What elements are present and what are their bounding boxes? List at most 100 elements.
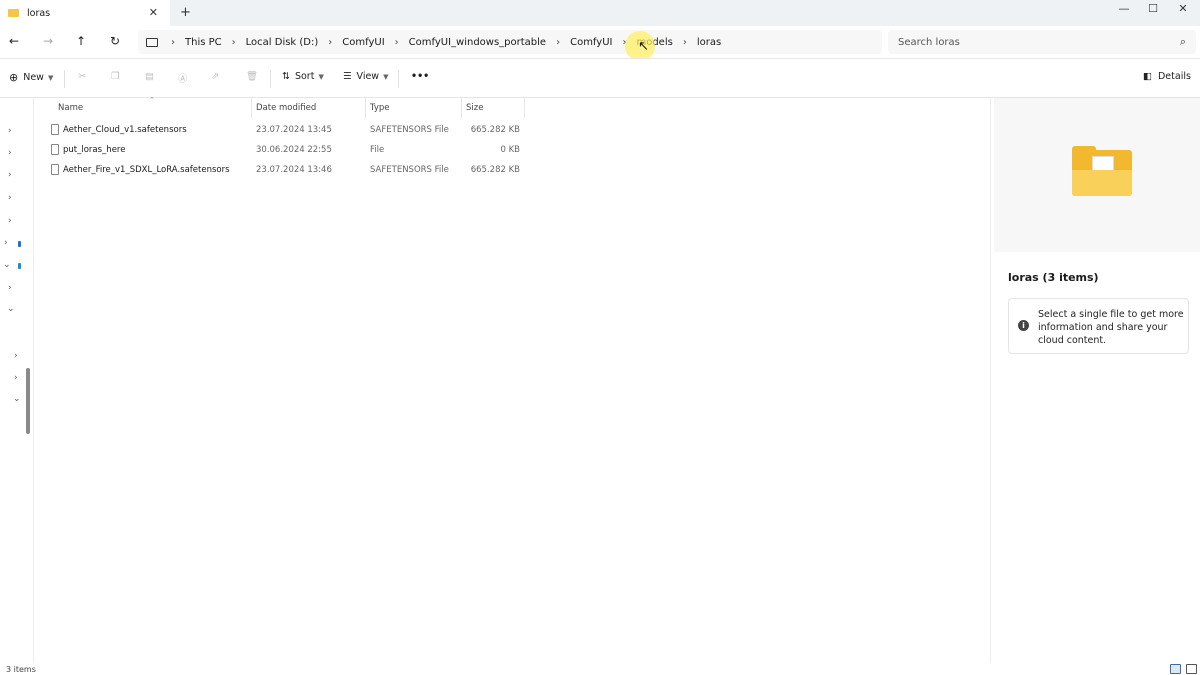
status-bar: 3 items — [0, 663, 1200, 675]
trash-icon: 🗑 — [246, 71, 259, 82]
file-type: SAFETENSORS File — [370, 125, 449, 135]
new-button[interactable]: ⊕ New ▼ — [9, 71, 53, 84]
item-count: 3 items — [6, 665, 36, 674]
chevron-right-icon[interactable]: › — [14, 351, 18, 361]
table-row[interactable]: Aether_Cloud_v1.safetensors 23.07.2024 1… — [34, 121, 534, 141]
file-type: SAFETENSORS File — [370, 165, 449, 175]
info-icon: i — [1018, 320, 1029, 331]
tiles-view-icon[interactable] — [1186, 664, 1197, 674]
breadcrumb-loras[interactable]: loras — [697, 37, 721, 48]
file-date: 23.07.2024 13:45 — [256, 125, 332, 135]
chevron-right-icon[interactable]: › — [8, 126, 12, 136]
chevron-right-icon[interactable]: › — [395, 37, 399, 48]
share-button[interactable]: ⇗ — [211, 71, 219, 82]
file-size: 665.282 KB — [470, 125, 520, 135]
toolbar-divider — [398, 70, 399, 88]
column-divider[interactable] — [251, 98, 252, 118]
file-date: 30.06.2024 22:55 — [256, 145, 332, 155]
file-icon — [51, 164, 59, 175]
title-bar: loras ✕ + — ☐ ✕ — [0, 0, 1200, 26]
cut-icon: ✂ — [78, 71, 86, 82]
plus-circle-icon: ⊕ — [9, 71, 19, 84]
navigation-pane[interactable]: › › › › › › ⌄ › ⌄ › › ⌄ — [0, 98, 34, 663]
chevron-right-icon[interactable]: › — [8, 283, 12, 293]
mouse-pointer-icon: ↖ — [638, 39, 649, 54]
file-list[interactable]: ⌃ Name Date modified Type Size Aether_Cl… — [34, 96, 990, 663]
paste-icon: ▤ — [145, 71, 154, 82]
chevron-down-icon[interactable]: ⌄ — [3, 260, 11, 270]
chevron-down-icon: ▼ — [47, 73, 54, 82]
this-pc-icon[interactable] — [18, 263, 21, 269]
tab-title: loras — [27, 7, 51, 19]
search-input[interactable]: Search loras ⌕ — [888, 30, 1196, 54]
minimize-button[interactable]: — — [1114, 2, 1134, 15]
forward-button[interactable]: → — [38, 34, 58, 48]
info-text: Select a single file to get more informa… — [1038, 309, 1184, 346]
chevron-right-icon[interactable]: › — [8, 193, 12, 203]
file-date: 23.07.2024 13:46 — [256, 165, 332, 175]
sidebar-scrollbar[interactable] — [26, 368, 30, 434]
column-header-name[interactable]: Name — [58, 103, 83, 113]
tab-close-icon[interactable]: ✕ — [149, 6, 158, 19]
sort-caret-icon: ⌃ — [149, 96, 155, 104]
column-divider[interactable] — [365, 98, 366, 118]
refresh-button[interactable]: ↻ — [105, 34, 125, 48]
maximize-button[interactable]: ☐ — [1143, 2, 1163, 15]
chevron-right-icon[interactable]: › — [232, 37, 236, 48]
column-divider[interactable] — [461, 98, 462, 118]
search-icon: ⌕ — [1179, 35, 1186, 48]
copy-button[interactable]: ❐ — [111, 71, 120, 82]
command-bar: ⊕ New ▼ ✂ ❐ ▤ Ⓐ ⇗ 🗑 ⇅ Sort ▼ ☰ View ▼ ••… — [0, 58, 1200, 98]
chevron-down-icon[interactable]: ⌄ — [7, 304, 15, 314]
breadcrumb-comfyui-inner[interactable]: ComfyUI — [570, 37, 612, 48]
toolbar-divider — [270, 70, 271, 88]
sort-button[interactable]: ⇅ Sort ▼ — [282, 71, 324, 82]
share-icon: ⇗ — [211, 71, 219, 82]
paste-button[interactable]: ▤ — [145, 71, 154, 82]
chevron-right-icon[interactable]: › — [14, 373, 18, 383]
toolbar-divider — [64, 70, 65, 88]
column-header-type[interactable]: Type — [370, 103, 390, 113]
chevron-right-icon[interactable]: › — [556, 37, 560, 48]
breadcrumb-this-pc[interactable]: This PC — [185, 37, 222, 48]
chevron-right-icon[interactable]: › — [171, 37, 175, 48]
search-placeholder: Search loras — [898, 36, 960, 48]
chevron-right-icon[interactable]: › — [8, 170, 12, 180]
back-button[interactable]: ← — [4, 34, 24, 48]
chevron-down-icon[interactable]: ⌄ — [13, 394, 21, 404]
breadcrumb-local-disk[interactable]: Local Disk (D:) — [246, 37, 319, 48]
file-icon — [51, 144, 59, 155]
sort-label: Sort — [294, 71, 315, 82]
column-header-date[interactable]: Date modified — [256, 103, 316, 113]
view-button[interactable]: ☰ View ▼ — [343, 71, 388, 82]
breadcrumb-comfyui-portable[interactable]: ComfyUI_windows_portable — [409, 37, 546, 48]
breadcrumb[interactable]: › This PC › Local Disk (D:) › ComfyUI › … — [138, 30, 882, 54]
delete-button[interactable]: 🗑 — [246, 71, 258, 82]
chevron-right-icon[interactable]: › — [4, 238, 8, 248]
rename-button[interactable]: Ⓐ — [178, 71, 188, 85]
chevron-right-icon[interactable]: › — [328, 37, 332, 48]
file-type: File — [370, 145, 385, 155]
view-list-icon: ☰ — [343, 71, 352, 82]
table-row[interactable]: put_loras_here 30.06.2024 22:55 File 0 K… — [34, 141, 534, 161]
details-button[interactable]: ◧ Details — [1143, 71, 1191, 82]
close-window-button[interactable]: ✕ — [1173, 2, 1193, 15]
breadcrumb-comfyui[interactable]: ComfyUI — [342, 37, 384, 48]
chevron-right-icon[interactable]: › — [683, 37, 687, 48]
cut-button[interactable]: ✂ — [78, 71, 86, 82]
column-divider[interactable] — [524, 98, 525, 118]
tab-loras[interactable]: loras ✕ — [0, 0, 170, 26]
details-view-icon[interactable] — [1170, 664, 1181, 674]
chevron-right-icon[interactable]: › — [8, 148, 12, 158]
more-options-button[interactable]: ••• — [411, 71, 429, 82]
file-name: Aether_Cloud_v1.safetensors — [63, 125, 187, 135]
up-button[interactable]: ↑ — [71, 34, 91, 48]
file-size: 665.282 KB — [470, 165, 520, 175]
computer-icon[interactable] — [146, 37, 158, 47]
table-row[interactable]: Aether_Fire_v1_SDXL_LoRA.safetensors 23.… — [34, 161, 534, 181]
chevron-right-icon[interactable]: › — [8, 216, 12, 226]
new-label: New — [23, 72, 44, 83]
column-header-size[interactable]: Size — [466, 103, 483, 113]
new-tab-button[interactable]: + — [180, 5, 191, 20]
onedrive-icon[interactable] — [18, 241, 21, 247]
